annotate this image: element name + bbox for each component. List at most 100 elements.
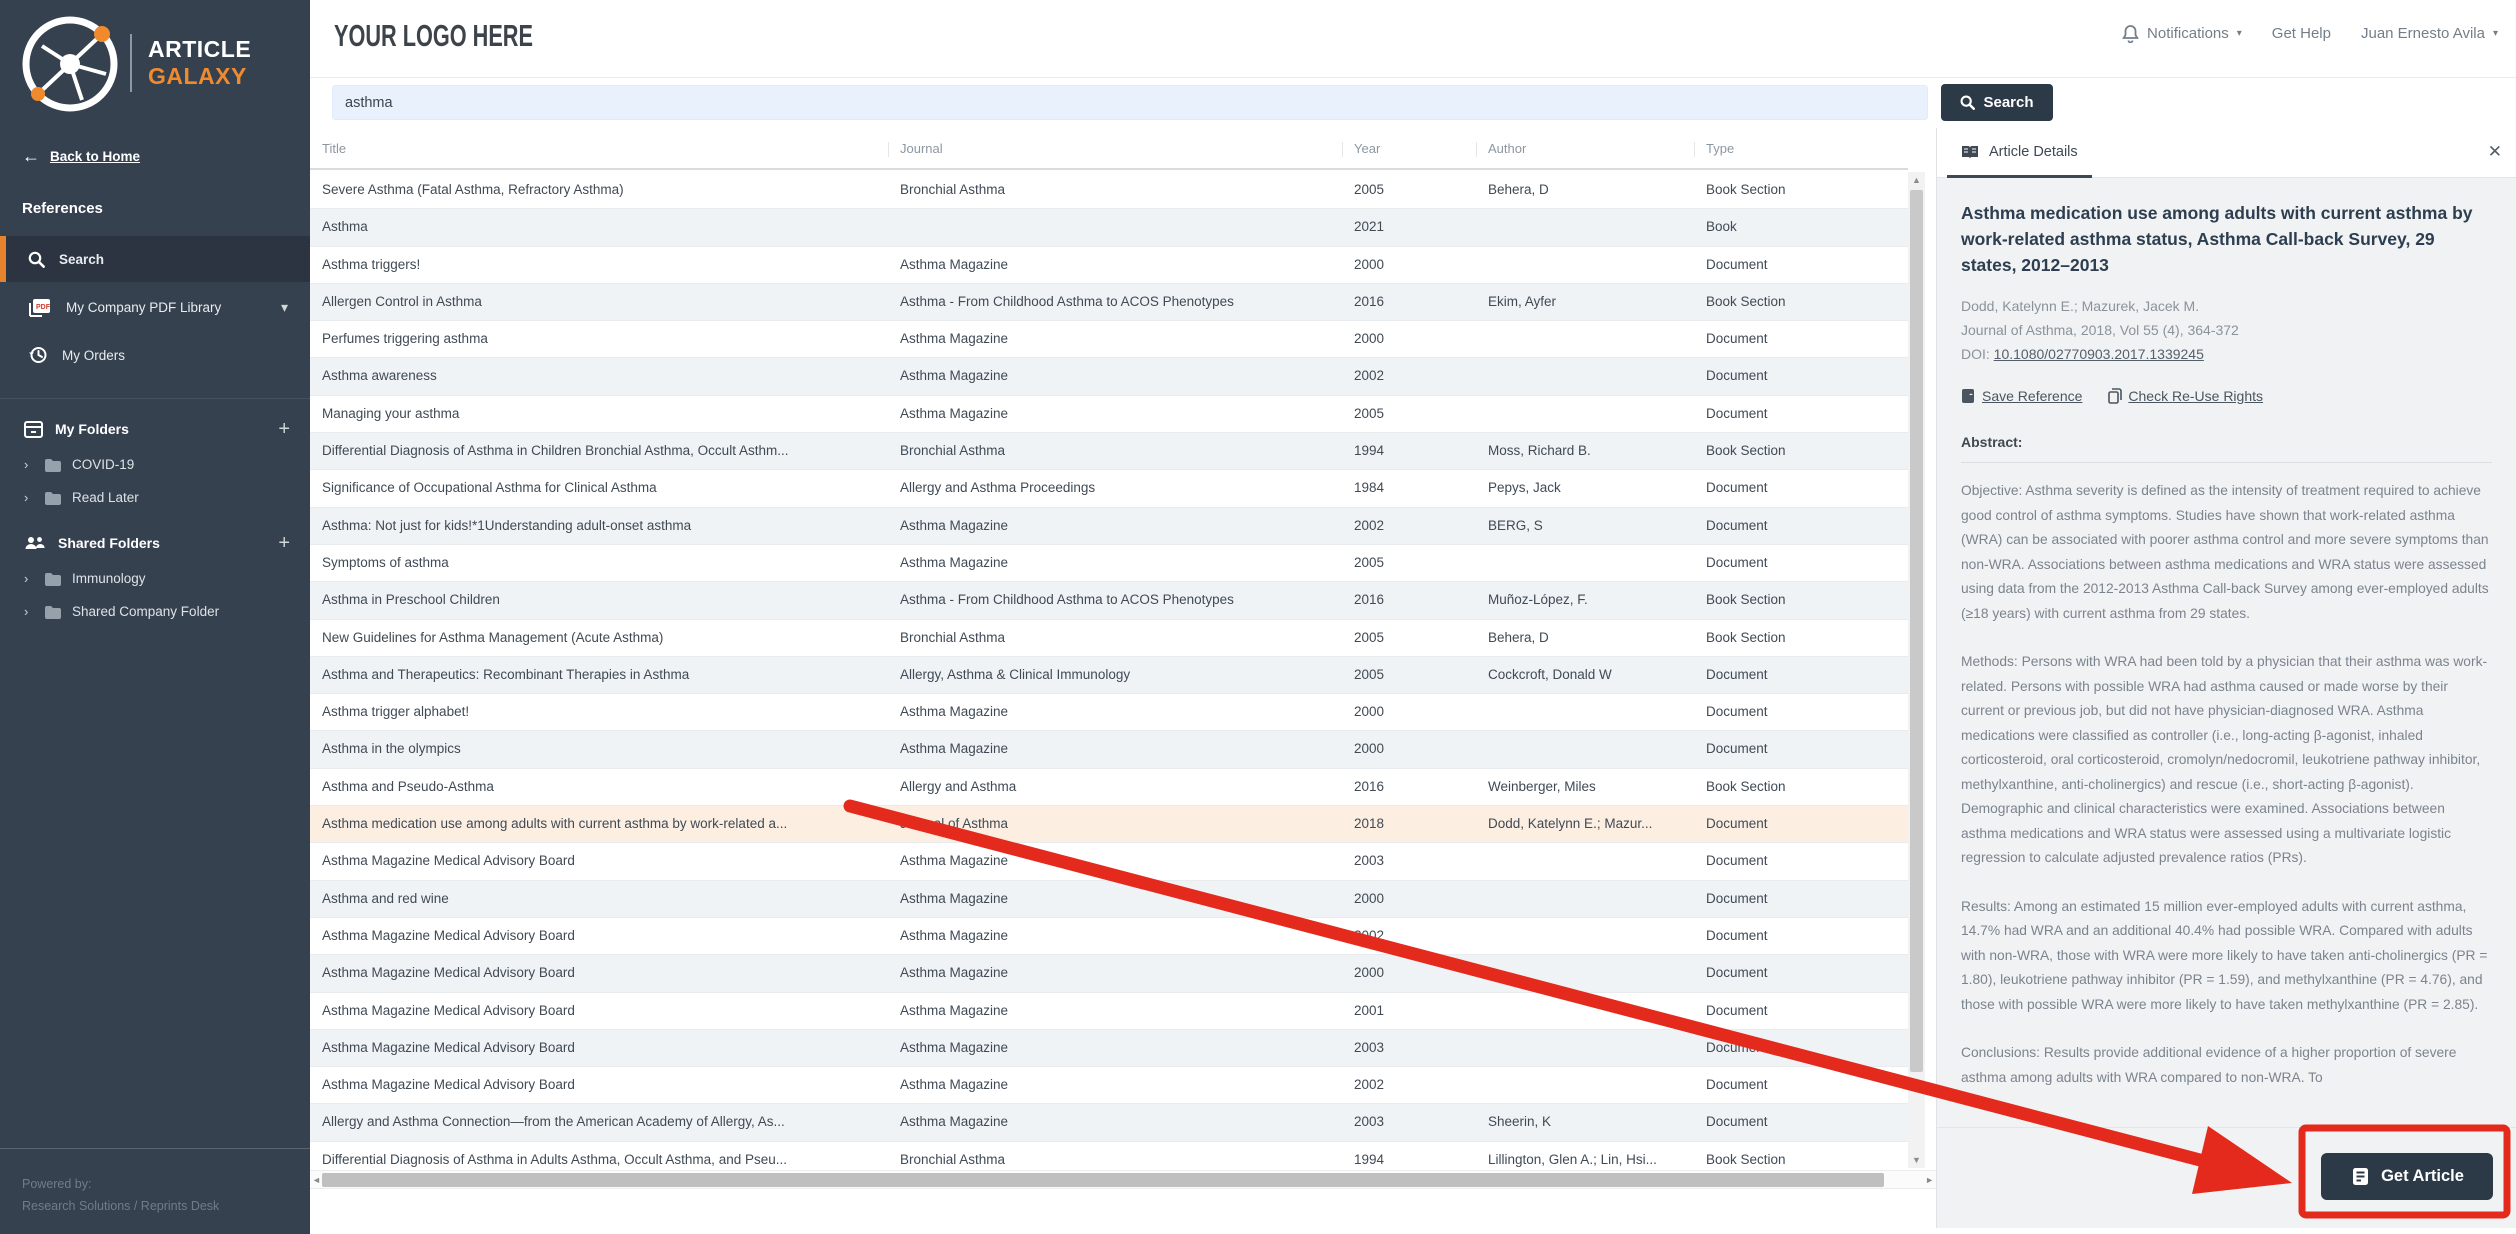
chevron-right-icon[interactable]: › xyxy=(24,604,34,619)
vertical-scrollbar[interactable]: ▲ ▼ xyxy=(1908,172,1925,1168)
add-folder-button[interactable]: + xyxy=(278,418,290,441)
brand-block[interactable]: ARTICLE GALAXY xyxy=(0,0,310,130)
table-row[interactable]: Asthma in Preschool Children Asthma - Fr… xyxy=(310,582,1908,620)
get-article-button[interactable]: Get Article xyxy=(2321,1153,2493,1200)
abstract-divider xyxy=(1961,462,2492,463)
back-to-home-link[interactable]: ← Back to Home xyxy=(22,146,140,167)
cell-author xyxy=(1488,843,1706,879)
notifications-menu[interactable]: Notifications ▾ xyxy=(2122,24,2242,43)
table-row[interactable]: Asthma awareness Asthma Magazine 2002 Do… xyxy=(310,358,1908,396)
column-header-author[interactable]: Author xyxy=(1488,128,1706,170)
column-header-type[interactable]: Type xyxy=(1706,128,1908,170)
table-row[interactable]: Asthma Magazine Medical Advisory Board A… xyxy=(310,955,1908,993)
table-row[interactable]: Asthma trigger alphabet! Asthma Magazine… xyxy=(310,694,1908,732)
save-reference-link[interactable]: Save Reference xyxy=(1961,388,2082,404)
table-row[interactable]: Asthma Magazine Medical Advisory Board A… xyxy=(310,843,1908,881)
folder-item[interactable]: › Immunology xyxy=(0,562,310,595)
table-row[interactable]: Asthma medication use among adults with … xyxy=(310,806,1908,844)
panel-tab-bar: Article Details ✕ xyxy=(1937,128,2516,178)
scroll-down-arrow[interactable]: ▼ xyxy=(1908,1152,1925,1168)
table-row[interactable]: Asthma Magazine Medical Advisory Board A… xyxy=(310,917,1908,956)
table-row[interactable]: Allergy and Asthma Connection—from the A… xyxy=(310,1104,1908,1142)
table-row[interactable]: New Guidelines for Asthma Management (Ac… xyxy=(310,619,1908,657)
powered-by: Powered by: Research Solutions / Reprint… xyxy=(0,1148,310,1217)
vertical-scroll-thumb[interactable] xyxy=(1910,190,1923,1072)
cell-title: Asthma Magazine Medical Advisory Board xyxy=(322,927,575,943)
close-icon[interactable]: ✕ xyxy=(2488,142,2502,162)
cell-journal: Bronchial Asthma xyxy=(900,629,1006,645)
search-input[interactable] xyxy=(332,85,1928,120)
folder-icon xyxy=(44,458,62,472)
cell-author xyxy=(1488,731,1706,767)
table-row[interactable]: Severe Asthma (Fatal Asthma, Refractory … xyxy=(310,172,1908,210)
cell-journal: Asthma Magazine xyxy=(900,368,1009,384)
horizontal-scrollbar[interactable]: ◄ ► xyxy=(310,1170,1936,1189)
table-row[interactable]: Asthma and Pseudo-Asthma Allergy and Ast… xyxy=(310,768,1908,807)
table-row[interactable]: Asthma: Not just for kids!*1Understandin… xyxy=(310,507,1908,545)
cell-title: Asthma Magazine Medical Advisory Board xyxy=(322,965,575,981)
cell-journal: Allergy, Asthma & Clinical Immunology xyxy=(900,666,1131,682)
chevron-right-icon[interactable]: › xyxy=(24,571,34,586)
cell-year: 2005 xyxy=(1354,666,1385,682)
table-row[interactable]: Asthma and Therapeutics: Recombinant The… xyxy=(310,656,1908,695)
horizontal-scroll-thumb[interactable] xyxy=(322,1173,1884,1187)
get-help-link[interactable]: Get Help xyxy=(2272,25,2331,42)
column-header-year[interactable]: Year xyxy=(1354,128,1488,170)
table-row[interactable]: Asthma Magazine Medical Advisory Board A… xyxy=(310,1029,1908,1068)
cell-year: 2001 xyxy=(1354,1002,1385,1018)
table-row[interactable]: Allergen Control in Asthma Asthma - From… xyxy=(310,283,1908,322)
scroll-right-arrow[interactable]: ► xyxy=(1925,1173,1934,1187)
folder-item[interactable]: › Read Later xyxy=(0,481,310,514)
scroll-up-arrow[interactable]: ▲ xyxy=(1908,172,1925,188)
table-row[interactable]: Perfumes triggering asthma Asthma Magazi… xyxy=(310,321,1908,359)
table-row[interactable]: Differential Diagnosis of Asthma in Adul… xyxy=(310,1141,1908,1168)
cell-journal: Bronchial Asthma xyxy=(900,1151,1006,1167)
folder-item[interactable]: › COVID-19 xyxy=(0,448,310,481)
cell-title: Asthma Magazine Medical Advisory Board xyxy=(322,1039,575,1055)
column-header-title[interactable]: Title xyxy=(322,128,900,170)
cell-type: Document xyxy=(1706,927,1768,943)
cell-type: Document xyxy=(1706,517,1768,533)
table-row[interactable]: Asthma 2021 Book xyxy=(310,209,1908,247)
table-row[interactable]: Asthma Magazine Medical Advisory Board A… xyxy=(310,1067,1908,1105)
search-button[interactable]: Search xyxy=(1941,84,2053,121)
sidebar-item-pdf-library[interactable]: PDF My Company PDF Library ▾ xyxy=(0,284,310,330)
add-shared-folder-button[interactable]: + xyxy=(278,532,290,555)
sidebar-item-my-orders[interactable]: My Orders xyxy=(0,332,310,378)
table-row[interactable]: Differential Diagnosis of Asthma in Chil… xyxy=(310,433,1908,471)
cell-title: Asthma and Therapeutics: Recombinant The… xyxy=(322,666,690,682)
cell-type: Document xyxy=(1706,1114,1768,1130)
table-row[interactable]: Symptoms of asthma Asthma Magazine 2005 … xyxy=(310,544,1908,583)
cell-title: New Guidelines for Asthma Management (Ac… xyxy=(322,629,664,645)
folder-item[interactable]: › Shared Company Folder xyxy=(0,595,310,628)
table-row[interactable]: Asthma and red wine Asthma Magazine 2000… xyxy=(310,880,1908,918)
cell-author: BERG, S xyxy=(1488,517,1543,533)
user-menu[interactable]: Juan Ernesto Avila ▾ xyxy=(2361,25,2498,42)
cell-author: Weinberger, Miles xyxy=(1488,778,1596,794)
abstract-paragraph: Methods: Persons with WRA had been told … xyxy=(1961,654,2488,865)
top-header: YOUR LOGO HERE Notifications ▾ Get Help … xyxy=(310,0,2516,78)
table-row[interactable]: Significance of Occupational Asthma for … xyxy=(310,470,1908,508)
chevron-right-icon[interactable]: › xyxy=(24,490,34,505)
cell-year: 1984 xyxy=(1354,480,1385,496)
column-header-journal[interactable]: Journal xyxy=(900,128,1354,170)
panel-footer: Get Article xyxy=(1937,1127,2516,1228)
cell-year: 2005 xyxy=(1354,554,1385,570)
cell-author: Behera, D xyxy=(1488,629,1549,645)
chevron-right-icon[interactable]: › xyxy=(24,457,34,472)
sidebar-item-search[interactable]: Search xyxy=(0,236,310,282)
table-row[interactable]: Asthma in the olympics Asthma Magazine 2… xyxy=(310,731,1908,769)
cell-type: Document xyxy=(1706,554,1768,570)
cell-journal: Asthma - From Childhood Asthma to ACOS P… xyxy=(900,293,1234,309)
check-reuse-rights-link[interactable]: Check Re-Use Rights xyxy=(2108,388,2263,404)
table-row[interactable]: Asthma Magazine Medical Advisory Board A… xyxy=(310,992,1908,1030)
doi-link[interactable]: 10.1080/02770903.2017.1339245 xyxy=(1994,346,2204,362)
cell-journal: Allergy and Asthma Proceedings xyxy=(900,480,1096,496)
scroll-left-arrow[interactable]: ◄ xyxy=(312,1173,321,1187)
table-row[interactable]: Asthma triggers! Asthma Magazine 2000 Do… xyxy=(310,246,1908,284)
tab-article-details[interactable]: Article Details xyxy=(1947,128,2092,178)
header-tick xyxy=(1342,142,1343,157)
cell-author xyxy=(1488,321,1706,357)
table-row[interactable]: Managing your asthma Asthma Magazine 200… xyxy=(310,395,1908,434)
cell-type: Book xyxy=(1706,219,1737,235)
